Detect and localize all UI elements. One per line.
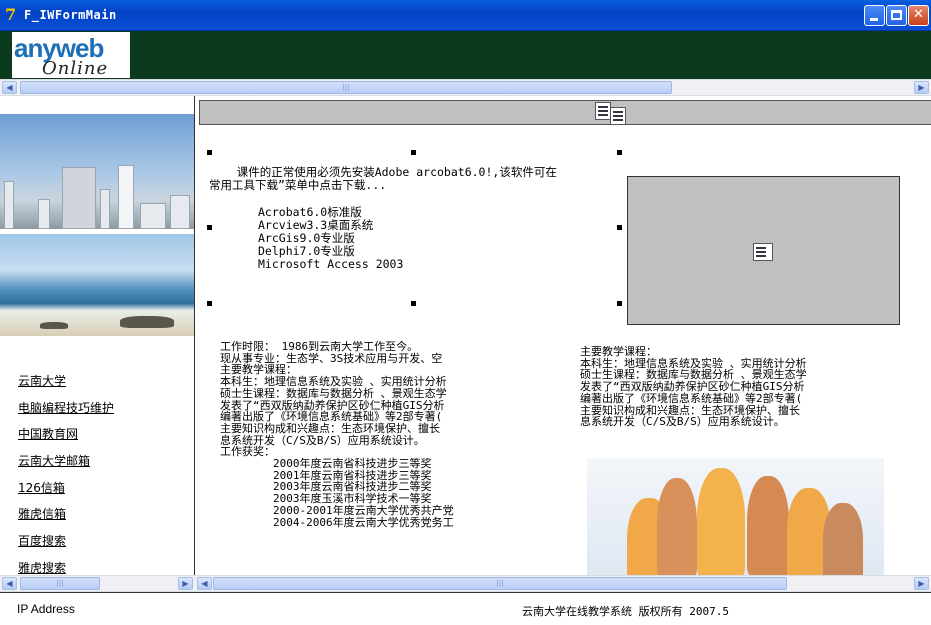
city-photo [0, 114, 194, 229]
scroll-left-button[interactable]: ◀ [2, 81, 17, 94]
left-panel: 云南大学 电脑编程技巧维护 中国教育网 云南大学邮箱 126信箱 雅虎信箱 百度… [0, 96, 195, 575]
main-content: 课件的正常使用必须先安装Adobe arcobat6.0!,该软件可在 常用工具… [197, 96, 931, 575]
link-item[interactable]: 中国教育网 [18, 425, 114, 452]
scroll-thumb[interactable]: ||| [20, 577, 100, 590]
ip-address-label: IP Address [17, 602, 75, 616]
top-horizontal-scrollbar[interactable]: ◀ ||| ▶ [0, 79, 931, 96]
software-list: Acrobat6.0标准版 Arcview3.3桌面系统 ArcGis9.0专业… [258, 206, 403, 271]
content-horizontal-scrollbar[interactable]: ◀ ||| ▶ [195, 575, 931, 592]
close-button[interactable]: ✕ [908, 5, 929, 26]
component-icon[interactable] [610, 107, 626, 125]
link-item[interactable]: 电脑编程技巧维护 [18, 399, 114, 426]
component-icon[interactable] [595, 102, 611, 120]
status-bar: IP Address 云南大学在线教学系统 版权所有 2007.5 [0, 592, 931, 625]
link-item[interactable]: 雅虎搜索 [18, 559, 114, 575]
link-item[interactable]: 百度搜索 [18, 532, 114, 559]
copyright-label: 云南大学在线教学系统 版权所有 2007.5 [522, 605, 729, 618]
maximize-button[interactable] [886, 5, 907, 26]
link-item[interactable]: 云南大学邮箱 [18, 452, 114, 479]
left-horizontal-scrollbar[interactable]: ◀ ||| ▶ [0, 575, 195, 592]
scroll-right-button[interactable]: ▶ [178, 577, 193, 590]
close-icon: ✕ [913, 7, 924, 22]
software-item: Microsoft Access 2003 [258, 257, 404, 271]
beach-photo [0, 234, 194, 336]
link-item[interactable]: 雅虎信箱 [18, 505, 114, 532]
link-item[interactable]: 126信箱 [18, 479, 114, 506]
scroll-left-button[interactable]: ◀ [2, 577, 17, 590]
component-icon[interactable] [753, 243, 773, 261]
app-icon[interactable]: 7 [5, 6, 21, 24]
banner [0, 31, 931, 79]
scroll-right-button[interactable]: ▶ [914, 577, 929, 590]
people-photo [587, 458, 884, 575]
minimize-button[interactable] [864, 5, 885, 26]
logo: anyweb Online [12, 32, 130, 78]
link-item[interactable]: 云南大学 [18, 372, 114, 399]
profile-text-left: 工作时限： 1986到云南大学工作至今。 现从事专业：生态学、3S技术应用与开发… [220, 341, 454, 529]
scroll-right-button[interactable]: ▶ [914, 81, 929, 94]
scroll-thumb[interactable]: ||| [213, 577, 787, 590]
maximize-icon [891, 10, 902, 20]
window-title: F_IWFormMain [24, 8, 117, 22]
profile-text-right: 主要教学课程： 本科生：地理信息系统及实验 、实用统计分析 硕士生课程：数据库与… [580, 346, 807, 429]
image-placeholder-panel [627, 176, 900, 325]
install-notice: 课件的正常使用必须先安装Adobe arcobat6.0!,该软件可在 常用工具… [209, 165, 557, 192]
title-bar: 7 F_IWFormMain ✕ [0, 0, 931, 31]
scroll-thumb[interactable]: ||| [20, 81, 672, 94]
toolbar-panel [199, 100, 931, 125]
minimize-icon [870, 18, 878, 21]
logo-sub-text: Online [42, 58, 109, 79]
scroll-left-button[interactable]: ◀ [197, 577, 212, 590]
link-list: 云南大学 电脑编程技巧维护 中国教育网 云南大学邮箱 126信箱 雅虎信箱 百度… [18, 372, 114, 575]
